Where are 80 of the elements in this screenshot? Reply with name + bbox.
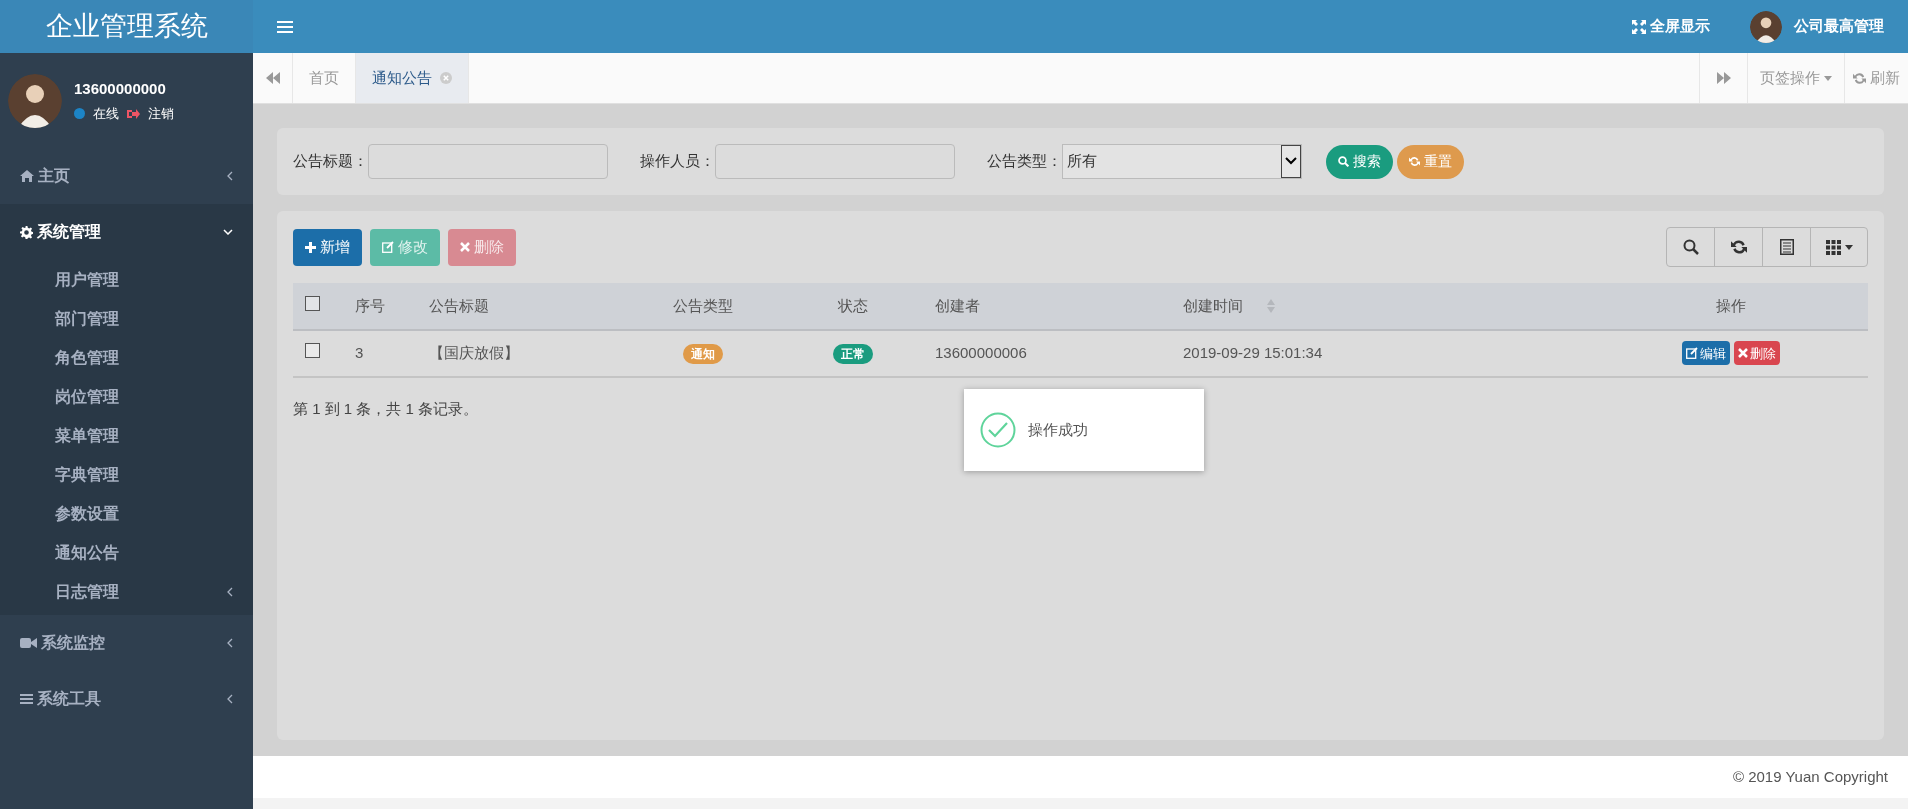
submenu-item[interactable]: 岗位管理 — [0, 377, 253, 416]
delete-button[interactable]: 删除 — [1733, 341, 1780, 366]
video-camera-icon — [20, 637, 37, 649]
user-name: 13600000000 — [74, 78, 167, 99]
search-button[interactable]: 搜索 — [1326, 144, 1393, 179]
refresh-icon — [1409, 156, 1420, 167]
submenu-item[interactable]: 用户管理 — [0, 260, 253, 299]
input-field[interactable] — [715, 144, 955, 179]
column-header[interactable]: 创建时间 — [1183, 294, 1275, 318]
submenu-item[interactable]: 字典管理 — [0, 455, 253, 494]
submenu-item[interactable]: 参数设置 — [0, 494, 253, 533]
column-header: 创建者 — [935, 295, 980, 316]
column-header: 状态 — [838, 295, 868, 316]
submenu-item[interactable]: 部门管理 — [0, 299, 253, 338]
sidebar-item[interactable]: 系统管理 — [0, 204, 253, 260]
copyright-text: © 2019 Yuan Copyright — [1732, 766, 1888, 787]
sidebar-item[interactable]: 系统工具 — [0, 671, 253, 727]
avatar — [1750, 10, 1782, 43]
list-icon — [1779, 239, 1794, 255]
double-right-icon — [1716, 72, 1731, 84]
brand-title: 企业管理系统 — [0, 0, 253, 53]
column-header: 操作 — [1715, 295, 1746, 316]
column-header: 公告标题 — [429, 295, 489, 316]
search-icon — [1682, 239, 1699, 255]
field-label: 操作人员： — [640, 151, 715, 172]
checkbox[interactable] — [305, 343, 320, 359]
field-label: 公告类型： — [987, 151, 1062, 172]
fullscreen-button[interactable]: 全屏显示 — [1632, 15, 1710, 38]
add-button[interactable]: 新增 — [293, 228, 362, 266]
avatar — [8, 73, 62, 128]
badge: 正常 — [833, 344, 873, 365]
table-cell: 3 — [355, 344, 364, 362]
input-field[interactable] — [368, 144, 608, 179]
caret-icon — [1824, 75, 1832, 81]
type-select[interactable]: 所有 — [1062, 144, 1302, 179]
field-label: 公告标题： — [293, 151, 368, 172]
success-check-icon — [980, 412, 1016, 448]
submenu-item[interactable]: 通知公告 — [0, 533, 253, 572]
account-name[interactable]: 公司最高管理 — [1794, 15, 1884, 38]
sidebar-item[interactable]: 系统监控 — [0, 615, 253, 671]
close-icon — [460, 242, 470, 252]
chevron-down-icon — [223, 229, 233, 235]
refresh-icon — [1853, 71, 1866, 85]
submenu-item[interactable]: 角色管理 — [0, 338, 253, 377]
double-left-icon — [265, 72, 280, 84]
sidebar-item[interactable]: 主页 — [0, 148, 253, 204]
logout-icon — [127, 107, 140, 120]
badge: 通知 — [683, 344, 723, 365]
column-header: 序号 — [355, 295, 385, 316]
expand-icon — [1632, 19, 1646, 34]
toast-message: 操作成功 — [1028, 419, 1088, 440]
edit-icon — [382, 241, 394, 253]
checkbox[interactable] — [305, 295, 320, 311]
table-cell: 13600000006 — [935, 344, 1027, 362]
refresh-icon — [1730, 239, 1747, 255]
table-cell: 2019-09-29 15:01:34 — [1183, 344, 1323, 362]
menu-icon[interactable] — [277, 19, 293, 34]
edit-button[interactable]: 编辑 — [1681, 341, 1730, 366]
caret-icon — [1844, 244, 1853, 250]
tab-actions-button[interactable]: 页签操作 — [1747, 53, 1844, 103]
close-icon — [1737, 348, 1748, 359]
edit-icon — [1685, 347, 1698, 360]
grid-icon — [1825, 239, 1841, 255]
status-label: 在线 — [93, 105, 119, 123]
chevron-left-icon — [227, 694, 233, 704]
tab[interactable]: 通知公告 — [356, 53, 469, 103]
pagination-info: 第 1 到 1 条，共 1 条记录。 — [293, 399, 480, 419]
refresh-button[interactable]: 刷新 — [1844, 53, 1908, 103]
plus-icon — [305, 241, 316, 253]
table-cell: 【国庆放假】 — [429, 344, 519, 362]
submenu-item[interactable]: 日志管理 — [0, 572, 253, 611]
logout-link[interactable]: 注销 — [148, 104, 174, 124]
column-header: 公告类型 — [673, 295, 733, 316]
chevron-left-icon — [227, 171, 233, 181]
menu-icon — [20, 693, 33, 705]
submenu-item[interactable]: 菜单管理 — [0, 416, 253, 455]
search-icon — [1338, 156, 1349, 167]
gear-icon — [20, 225, 33, 239]
home-icon — [20, 170, 34, 182]
chevron-left-icon — [227, 638, 233, 648]
